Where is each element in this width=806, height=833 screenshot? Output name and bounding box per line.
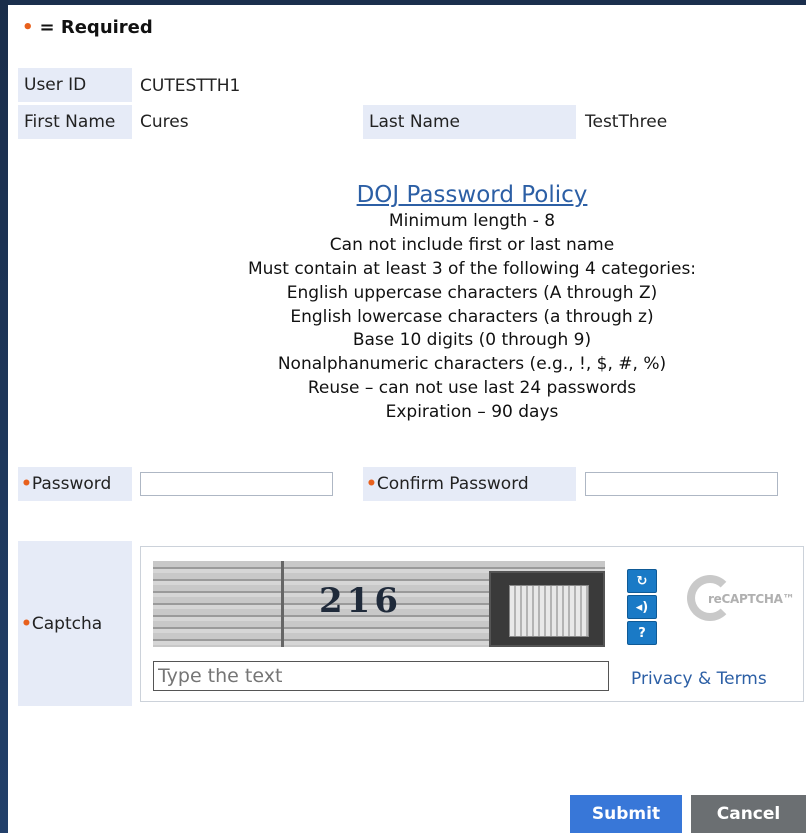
last-name-label: Last Name <box>363 105 576 139</box>
policy-line: Can not include first or last name <box>329 234 615 255</box>
password-label-text: Password <box>31 474 112 494</box>
policy-line: Base 10 digits (0 through 9) <box>352 330 592 351</box>
submit-button[interactable]: Submit <box>570 795 682 833</box>
reset-password-panel: • = Required User ID CUTESTTH1 First Name… <box>8 5 806 833</box>
required-bullet: • <box>21 613 32 634</box>
audio-icon[interactable]: ◂) <box>627 595 657 619</box>
cancel-button[interactable]: Cancel <box>691 795 806 833</box>
window-frame-left <box>0 0 8 833</box>
required-bullet: • <box>21 474 32 494</box>
captcha-image: 216 <box>153 561 605 647</box>
policy-line: Must contain at least 3 of the following… <box>247 258 697 279</box>
captcha-image-ac-unit <box>489 571 605 647</box>
captcha-image-text: 216 <box>319 581 402 621</box>
policy-line: Reuse – can not use last 24 passwords <box>307 378 637 399</box>
policy-line: English uppercase characters (A through … <box>286 282 658 303</box>
captcha-label: • Captcha <box>18 541 132 706</box>
required-bullet: • <box>22 17 34 38</box>
recaptcha-logo: reCAPTCHA™ <box>687 573 799 629</box>
doj-password-policy-link[interactable]: DOJ Password Policy <box>357 181 588 209</box>
first-name-label: First Name <box>18 105 132 139</box>
recaptcha-logo-text: reCAPTCHA™ <box>707 592 796 606</box>
policy-line: Nonalphanumeric characters (e.g., !, $, … <box>277 354 667 375</box>
recaptcha-widget: 216 ↻ ◂) ? reCAPTCHA™ Privacy & Terms <box>140 546 804 702</box>
last-name-value: TestThree <box>585 112 668 132</box>
password-input[interactable] <box>140 472 333 496</box>
policy-line: Expiration – 90 days <box>385 402 559 423</box>
user-id-value: CUTESTTH1 <box>140 76 241 96</box>
confirm-password-label: • Confirm Password <box>363 467 576 501</box>
captcha-controls: ↻ ◂) ? <box>627 569 657 647</box>
password-policy: DOJ Password Policy Minimum length - 8 C… <box>8 181 806 425</box>
required-legend-text: = Required <box>39 17 153 38</box>
required-legend: • = Required <box>22 17 153 38</box>
confirm-password-label-text: Confirm Password <box>376 474 529 494</box>
captcha-image-seam <box>281 561 284 647</box>
confirm-password-input[interactable] <box>585 472 778 496</box>
privacy-terms-link[interactable]: Privacy & Terms <box>631 669 767 689</box>
first-name-value: Cures <box>140 112 189 132</box>
policy-line: Minimum length - 8 <box>388 210 556 231</box>
required-bullet: • <box>366 474 377 494</box>
captcha-image-ac-grille <box>509 585 589 637</box>
help-icon[interactable]: ? <box>627 621 657 645</box>
password-label: • Password <box>18 467 132 501</box>
policy-line: English lowercase characters (a through … <box>290 306 654 327</box>
captcha-label-text: Captcha <box>31 613 103 634</box>
refresh-icon[interactable]: ↻ <box>627 569 657 593</box>
user-id-label: User ID <box>18 68 132 102</box>
captcha-text-input[interactable] <box>153 661 609 691</box>
